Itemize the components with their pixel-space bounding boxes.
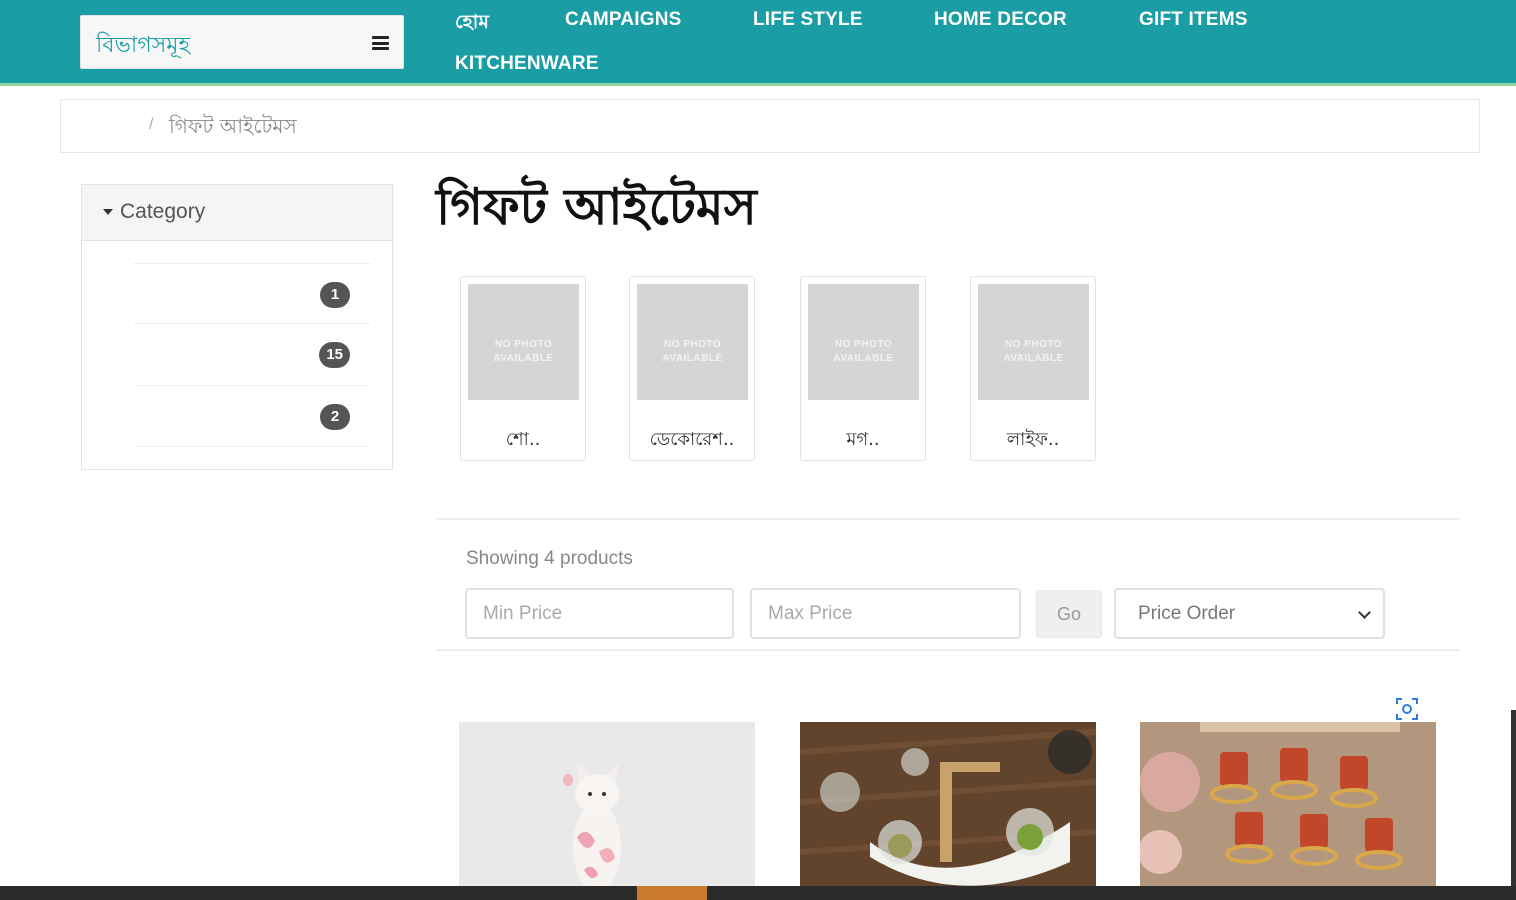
category-item[interactable]: 2 — [134, 385, 370, 445]
no-photo-placeholder: NO PHOTO AVAILABLE — [978, 284, 1089, 400]
category-item[interactable]: 15 — [134, 323, 370, 383]
caret-down-icon — [103, 209, 113, 215]
count-badge: 2 — [320, 404, 350, 430]
no-photo-placeholder: NO PHOTO AVAILABLE — [637, 284, 748, 400]
placeholder-text: NO PHOTO AVAILABLE — [493, 339, 554, 364]
page-title: গিফট আইটেমস — [436, 177, 757, 236]
category-item[interactable]: 1 — [134, 263, 370, 323]
no-photo-placeholder: NO PHOTO AVAILABLE — [808, 284, 919, 400]
placeholder-text: NO PHOTO AVAILABLE — [833, 339, 894, 364]
top-navbar: বিভাগসমূহ হোম CAMPAIGNS LIFE STYLE HOME … — [0, 0, 1516, 86]
subcategory-card[interactable]: NO PHOTO AVAILABLE শো.. — [460, 276, 586, 461]
subcategory-card[interactable]: NO PHOTO AVAILABLE লাইফ.. — [970, 276, 1096, 461]
category-title: Category — [120, 200, 206, 223]
product-image-cat-figurine[interactable] — [459, 722, 755, 892]
subcategory-name: মগ.. — [846, 429, 880, 450]
breadcrumb-current: গিফট আইটেমস — [169, 114, 297, 138]
price-order-value: Price Order — [1138, 603, 1236, 624]
nav-campaigns[interactable]: CAMPAIGNS — [565, 9, 682, 31]
chevron-down-icon — [1358, 606, 1371, 619]
nav-gift-items[interactable]: GIFT ITEMS — [1139, 9, 1248, 31]
subcategory-name: লাইফ.. — [1006, 429, 1060, 450]
departments-toggle[interactable]: বিভাগসমূহ — [80, 15, 404, 69]
placeholder-text: NO PHOTO AVAILABLE — [1003, 339, 1064, 364]
subcategory-card[interactable]: NO PHOTO AVAILABLE মগ.. — [800, 276, 926, 461]
hamburger-menu-icon[interactable] — [372, 36, 389, 50]
scrollbar[interactable] — [1511, 710, 1516, 886]
subcategory-name: শো.. — [505, 429, 541, 450]
departments-label: বিভাগসমূহ — [96, 33, 191, 58]
category-header[interactable]: Category — [82, 185, 392, 241]
no-photo-placeholder: NO PHOTO AVAILABLE — [468, 284, 579, 400]
nav-home[interactable]: হোম — [455, 8, 489, 40]
nav-kitchenware[interactable]: KITCHENWARE — [455, 53, 599, 75]
count-badge: 1 — [320, 282, 350, 308]
product-image-glass-jars[interactable] — [800, 722, 1096, 892]
max-price-input[interactable] — [750, 588, 1021, 639]
subcategory-card[interactable]: NO PHOTO AVAILABLE ডেকোরেশ.. — [629, 276, 755, 461]
category-sidebar: Category 1 15 2 — [81, 184, 393, 470]
divider — [134, 446, 370, 447]
subcategory-name: ডেকোরেশ.. — [649, 429, 735, 450]
min-price-input[interactable] — [465, 588, 734, 639]
divider — [437, 649, 1460, 651]
nav-home-decor[interactable]: HOME DECOR — [934, 9, 1067, 31]
placeholder-text: NO PHOTO AVAILABLE — [662, 339, 723, 364]
image-search-icon[interactable] — [1395, 697, 1419, 721]
price-order-select[interactable]: Price Order — [1114, 588, 1385, 639]
product-count-text: Showing 4 products — [466, 548, 633, 569]
taskbar-active-item[interactable] — [637, 886, 707, 900]
count-badge: 15 — [319, 342, 350, 368]
divider — [437, 518, 1460, 520]
os-taskbar — [0, 886, 1516, 900]
breadcrumb-separator: / — [149, 116, 154, 133]
breadcrumb: / গিফট আইটেমস — [60, 99, 1480, 153]
nav-life-style[interactable]: LIFE STYLE — [753, 9, 863, 31]
product-image-tea-glasses[interactable] — [1140, 722, 1436, 892]
go-button[interactable]: Go — [1036, 590, 1102, 638]
